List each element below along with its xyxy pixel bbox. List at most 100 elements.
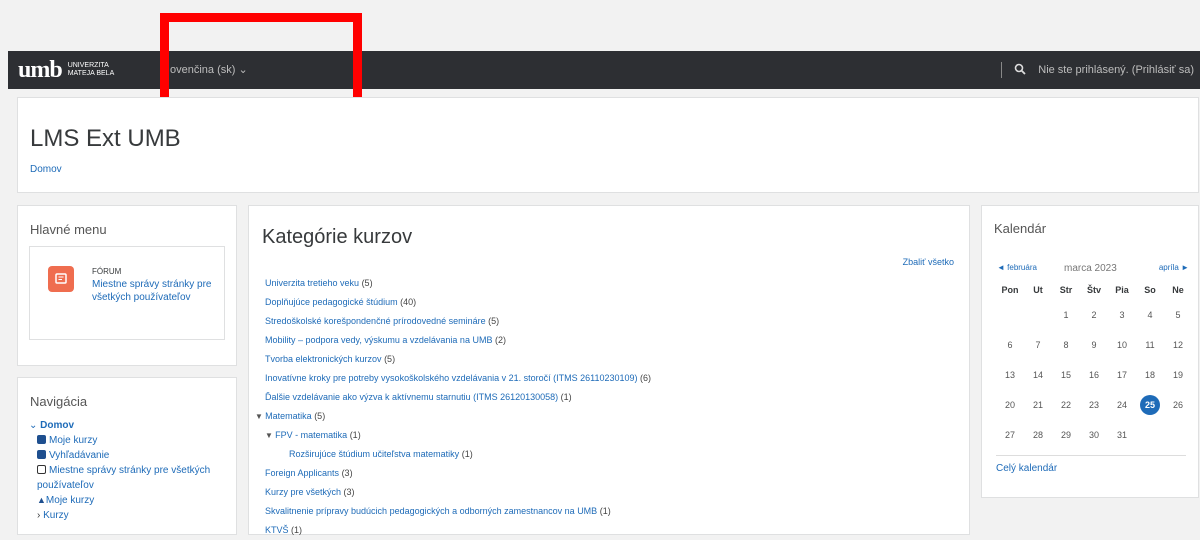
university-logo[interactable]: umb UNIVERZITA MATEJA BELA [18,57,115,83]
calendar-day[interactable]: 27 [996,420,1024,450]
nav-my-courses-label: Moje kurzy [49,435,98,446]
weekday-fri: Pia [1115,284,1129,295]
calendar-day[interactable]: 28 [1024,420,1052,450]
calendar-day[interactable]: 14 [1024,360,1052,390]
category-link[interactable]: Ďalšie vzdelávanie ako výzva k aktívnemu… [265,392,558,402]
category-item[interactable]: Inovatívne kroky pre potreby vysokoškols… [265,369,651,388]
calendar-day[interactable]: 7 [1024,330,1052,360]
navigation-title: Navigácia [30,394,88,409]
calendar-day[interactable]: 5 [1164,300,1192,330]
calendar-day[interactable]: 22 [1052,390,1080,420]
calendar-day[interactable]: 19 [1164,360,1192,390]
calendar-day[interactable]: 9 [1080,330,1108,360]
calendar-day[interactable]: 15 [1052,360,1080,390]
nav-site-news-label: Miestne správy stránky pre všetkých použ… [37,465,211,491]
category-link[interactable]: Inovatívne kroky pre potreby vysokoškols… [265,373,638,383]
weekday-mon: Pon [1001,284,1019,295]
calendar-today[interactable]: 25 [1140,395,1160,415]
category-item[interactable]: Skvalitnenie prípravy budúcich pedagogic… [265,502,651,521]
calendar-day[interactable]: 1 [1052,300,1080,330]
subcategory-item[interactable]: Rozširujúce štúdium učiteľstva matematik… [289,445,651,464]
calendar-day[interactable]: 3 [1108,300,1136,330]
calendar-today-cell[interactable]: 25 [1136,390,1164,420]
category-item[interactable]: Doplňujúce pedagogické štúdium (40) [265,293,651,312]
calendar-day[interactable]: 26 [1164,390,1192,420]
subcategory-link[interactable]: FPV - matematika [275,430,347,440]
logo-text: UNIVERZITA MATEJA BELA [68,62,115,78]
category-count: (2) [494,335,506,345]
calendar-day[interactable]: 21 [1024,390,1052,420]
calendar-day[interactable]: 23 [1080,390,1108,420]
search-icon[interactable] [1014,63,1026,78]
calendar-day[interactable]: 29 [1052,420,1080,450]
forum-link[interactable]: Miestne správy stránky pre všetkých použ… [92,278,222,304]
calendar-day[interactable]: 24 [1108,390,1136,420]
login-status[interactable]: Nie ste prihlásený. (Prihlásiť sa) [1038,64,1194,76]
category-link[interactable]: Univerzita tretieho veku [265,278,359,288]
calendar-day[interactable]: 13 [996,360,1024,390]
category-item[interactable]: Ďalšie vzdelávanie ako výzva k aktívnemu… [265,388,651,407]
calendar-day [1136,420,1164,450]
calendar-day[interactable]: 2 [1080,300,1108,330]
nav-item-site-news[interactable]: Miestne správy stránky pre všetkých použ… [29,463,237,493]
top-right-tools: Nie ste prihlásený. (Prihlásiť sa) [1001,62,1194,78]
site-title: LMS Ext UMB [30,125,181,152]
forum-card: FÓRUM Miestne správy stránky pre všetkýc… [29,246,225,340]
subcategory-item-expanded[interactable]: ▼ FPV - matematika (1) [265,426,651,445]
category-link[interactable]: Skvalitnenie prípravy budúcich pedagogic… [265,506,597,516]
current-month-label: marca 2023 [1064,263,1117,274]
collapse-all-link[interactable]: Zbaliť všetko [903,257,954,267]
graduation-cap-icon: ▲ [37,495,46,505]
category-link[interactable]: Doplňujúce pedagogické štúdium [265,297,398,307]
category-list: Univerzita tretieho veku (5) Doplňujúce … [255,274,651,540]
nav-item-search[interactable]: Vyhľadávanie [29,448,237,463]
breadcrumb-home[interactable]: Domov [30,164,62,175]
calendar-day[interactable]: 17 [1108,360,1136,390]
category-item[interactable]: Foreign Applicants (3) [265,464,651,483]
calendar-day[interactable]: 12 [1164,330,1192,360]
calendar-day[interactable]: 6 [996,330,1024,360]
calendar-day[interactable]: 31 [1108,420,1136,450]
calendar-day[interactable]: 8 [1052,330,1080,360]
logo-mark: umb [18,57,63,83]
previous-month-link[interactable]: ◄ februára [997,263,1037,272]
category-link[interactable]: Mobility – podpora vedy, výskumu a vzdel… [265,335,492,345]
calendar-day[interactable]: 4 [1136,300,1164,330]
nav-search-label: Vyhľadávanie [49,450,110,461]
calendar-day[interactable]: 16 [1080,360,1108,390]
nav-item-courses[interactable]: › Kurzy [29,508,237,523]
calendar-day[interactable]: 11 [1136,330,1164,360]
calendar-day[interactable]: 20 [996,390,1024,420]
forum-icon [48,266,74,292]
category-link[interactable]: Kurzy pre všetkých [265,487,341,497]
next-month-link[interactable]: apríla ► [1159,263,1189,272]
category-link[interactable]: KTVŠ [265,525,289,535]
category-count: (1) [291,525,303,535]
weekday-wed: Str [1059,284,1073,295]
category-item[interactable]: Univerzita tretieho veku (5) [265,274,651,293]
category-count: (3) [341,468,353,478]
category-item[interactable]: Kurzy pre všetkých (3) [265,483,651,502]
calendar-day[interactable]: 18 [1136,360,1164,390]
full-calendar-link[interactable]: Celý kalendár [996,463,1057,474]
category-link[interactable]: Stredoškolské korešpondenčné prírodovedn… [265,316,486,326]
subcategory-link[interactable]: Rozširujúce štúdium učiteľstva matematik… [289,449,459,459]
category-item[interactable]: Stredoškolské korešpondenčné prírodovedn… [265,312,651,331]
calendar-day[interactable]: 10 [1108,330,1136,360]
calendar-day[interactable]: 30 [1080,420,1108,450]
category-item[interactable]: Mobility – podpora vedy, výskumu a vzdel… [265,331,651,350]
category-count: (5) [384,354,396,364]
category-count: (1) [349,430,361,440]
category-item-expanded[interactable]: ▼ Matematika (5) [255,407,651,426]
category-item[interactable]: Tvorba elektronických kurzov (5) [265,350,651,369]
categories-title: Kategórie kurzov [262,226,413,248]
nav-item-my-courses[interactable]: Moje kurzy [29,433,237,448]
nav-item-my-courses-2[interactable]: ▲Moje kurzy [29,493,237,508]
category-link[interactable]: Tvorba elektronických kurzov [265,354,382,364]
calendar-title: Kalendár [994,221,1047,236]
category-link[interactable]: Matematika [265,411,312,421]
category-item[interactable]: KTVŠ (1) [265,521,651,540]
nav-item-home[interactable]: ⌄ Domov [29,418,237,433]
category-link[interactable]: Foreign Applicants [265,468,339,478]
category-count: (40) [400,297,417,307]
